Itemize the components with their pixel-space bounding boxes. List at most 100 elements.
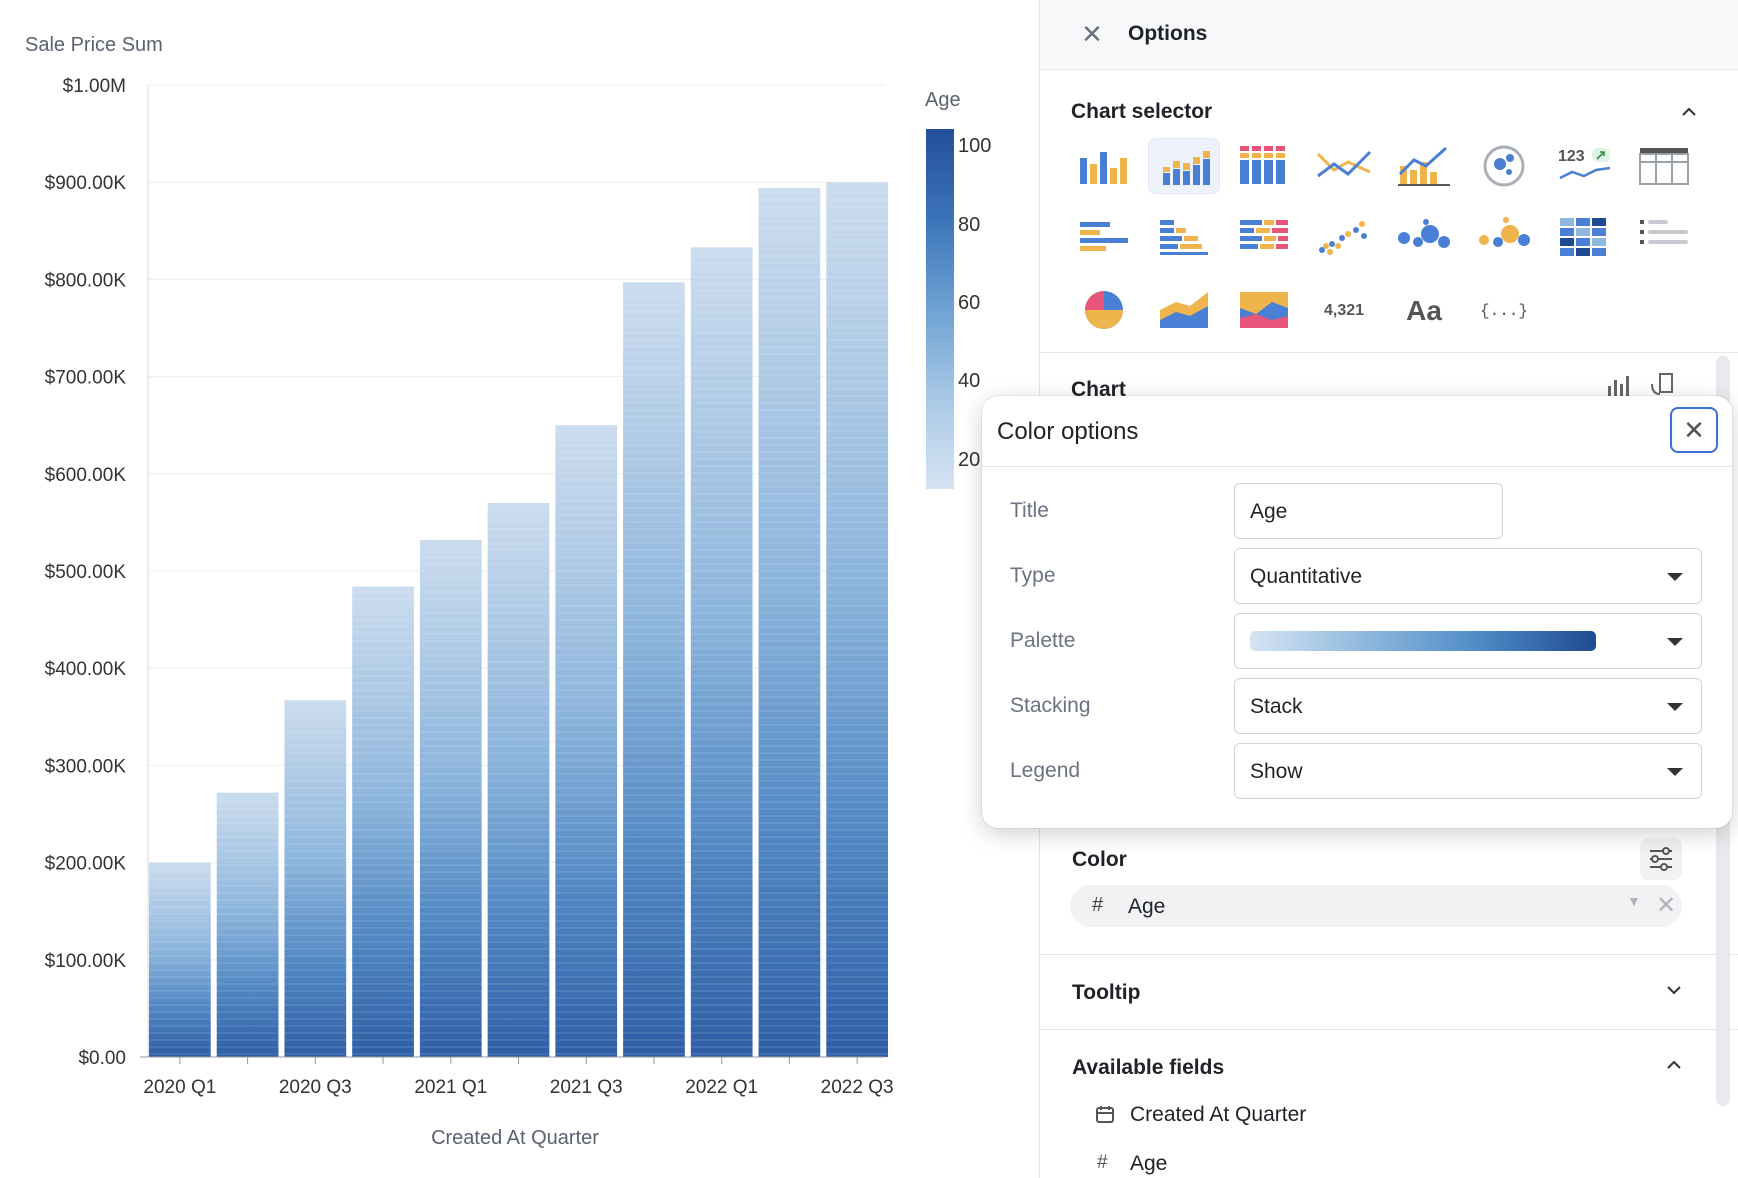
type-label: Type	[1010, 564, 1056, 587]
kpi-label: 123	[1558, 148, 1585, 165]
type-select[interactable]: Quantitative	[1234, 548, 1702, 604]
dropdown-arrow-icon	[1667, 768, 1683, 776]
x-tick-label: 2020 Q3	[279, 1077, 352, 1098]
color-options-button[interactable]	[1640, 838, 1682, 880]
number-type-icon: #	[1097, 1152, 1108, 1173]
bar[interactable]	[352, 586, 414, 1057]
y-tick-label: $400.00K	[45, 659, 127, 680]
bar-chart: Sale Price Sum Created At Quarter $0.00 $…	[25, 34, 894, 1149]
legend-tick: 20	[958, 449, 981, 471]
bar[interactable]	[555, 425, 618, 1057]
stacked-horizontal-bar-chart-type-icon[interactable]	[1148, 210, 1220, 266]
color-field-label: Age	[1128, 895, 1166, 918]
stacked-bar-chart-type-icon[interactable]	[1148, 138, 1220, 194]
grouped-bar-chart-type-icon[interactable]	[1228, 138, 1300, 194]
combo-chart-type-icon[interactable]	[1388, 138, 1460, 194]
bar-chart-type-icon[interactable]	[1068, 138, 1140, 194]
bubble-chart-type-icon[interactable]	[1388, 210, 1460, 266]
stacking-select[interactable]: Stack	[1234, 678, 1702, 734]
scatter-chart-type-icon[interactable]	[1308, 210, 1380, 266]
color-section-title: Color	[1072, 848, 1127, 871]
palette-select[interactable]	[1234, 613, 1702, 669]
calendar-icon	[1095, 1104, 1115, 1124]
y-tick-label: $200.00K	[45, 854, 127, 875]
x-tick-label: 2021 Q1	[414, 1077, 487, 1098]
y-tick-label: $700.00K	[45, 368, 127, 389]
line-chart-type-icon[interactable]	[1308, 138, 1380, 194]
heatmap-chart-type-icon[interactable]	[1548, 210, 1620, 266]
bar[interactable]	[690, 247, 753, 1058]
json-chart-type-icon[interactable]: {...}	[1468, 282, 1540, 338]
x-axis-label: Created At Quarter	[431, 1127, 599, 1149]
map-chart-type-icon[interactable]	[1468, 138, 1540, 194]
palette-label: Palette	[1010, 629, 1076, 652]
y-tick-label: $800.00K	[45, 270, 127, 291]
bar[interactable]	[758, 188, 821, 1058]
chevron-up-icon[interactable]	[1662, 1053, 1686, 1077]
text-chart-type-icon[interactable]: Aa	[1388, 282, 1460, 338]
title-label: Title	[1010, 499, 1049, 522]
y-tick-label: $100.00K	[45, 951, 127, 972]
list-chart-type-icon[interactable]	[1628, 210, 1700, 266]
bar[interactable]	[623, 282, 685, 1057]
available-field-item[interactable]: Created At Quarter	[1130, 1103, 1306, 1127]
stacked-area-chart-type-icon[interactable]	[1228, 282, 1300, 338]
kpi-trend-chart-type-icon[interactable]: 123	[1548, 138, 1620, 194]
json-label: {...}	[1480, 302, 1528, 320]
close-popover-icon[interactable]: ✕	[1670, 407, 1718, 453]
legend-tick: 60	[958, 292, 981, 314]
y-axis-label: Sale Price Sum	[25, 34, 163, 56]
dropdown-arrow-icon	[1667, 703, 1683, 711]
y-tick-label: $900.00K	[45, 173, 127, 194]
available-fields-title: Available fields	[1072, 1056, 1225, 1079]
area-chart-type-icon[interactable]	[1148, 282, 1220, 338]
remove-field-icon[interactable]: ✕	[1656, 891, 1676, 920]
bar[interactable]	[487, 502, 550, 1058]
legend-gradient	[926, 129, 954, 489]
bar[interactable]	[419, 539, 482, 1057]
chevron-down-icon[interactable]	[1662, 978, 1686, 1002]
bar[interactable]	[216, 792, 279, 1057]
legend-tick: 80	[958, 214, 981, 236]
number-type-icon: #	[1092, 894, 1104, 916]
y-tick-label: $600.00K	[45, 465, 127, 486]
options-title: Options	[1128, 22, 1208, 45]
table-chart-type-icon[interactable]	[1628, 138, 1700, 194]
legend-title: Age	[925, 89, 961, 111]
options-header: ✕ Options	[1040, 0, 1738, 70]
available-field-item[interactable]: Age	[1130, 1152, 1167, 1176]
bar[interactable]	[149, 862, 211, 1057]
sliders-icon	[1650, 847, 1672, 871]
x-tick-label: 2020 Q1	[143, 1077, 216, 1098]
x-tick-label: 2021 Q3	[550, 1077, 623, 1098]
bubble-multi-chart-type-icon[interactable]	[1468, 210, 1540, 266]
pie-chart-type-icon[interactable]	[1068, 282, 1140, 338]
title-input[interactable]: Age	[1234, 483, 1503, 539]
y-tick-label: $300.00K	[45, 756, 127, 777]
x-tick-label: 2022 Q3	[821, 1077, 894, 1098]
legend-label: Legend	[1010, 759, 1081, 782]
chart-type-grid: 123 4,321 Aa {...}	[1068, 138, 1708, 343]
chevron-up-icon[interactable]	[1677, 100, 1701, 124]
y-tick-label: $0.00	[78, 1048, 126, 1069]
palette-gradient	[1250, 631, 1596, 651]
number-chart-type-icon[interactable]: 4,321	[1308, 282, 1380, 338]
legend-tick: 100	[958, 135, 992, 157]
tooltip-section-title: Tooltip	[1072, 981, 1141, 1004]
grouped-horizontal-bar-chart-type-icon[interactable]	[1228, 210, 1300, 266]
chart-selector-title: Chart selector	[1071, 100, 1213, 123]
dropdown-arrow-icon	[1667, 573, 1683, 581]
x-tick-label: 2022 Q1	[685, 1077, 758, 1098]
text-label: Aa	[1406, 295, 1442, 326]
dropdown-arrow-icon	[1667, 638, 1683, 646]
y-tick-label: $1.00M	[63, 76, 126, 97]
color-options-popover: Color options ✕ Title Age Type Quantitat…	[982, 396, 1732, 828]
chart-area: Sale Price Sum Created At Quarter $0.00 $…	[0, 0, 1040, 1178]
legend-select[interactable]: Show	[1234, 743, 1702, 799]
horizontal-bar-chart-type-icon[interactable]	[1068, 210, 1140, 266]
close-options-icon[interactable]: ✕	[1078, 20, 1106, 48]
number-label: 4,321	[1324, 302, 1364, 319]
popover-title: Color options	[997, 418, 1139, 445]
color-field-chip[interactable]: # Age ▼ ✕	[1070, 885, 1682, 927]
chevron-down-icon[interactable]: ▼	[1627, 893, 1641, 909]
